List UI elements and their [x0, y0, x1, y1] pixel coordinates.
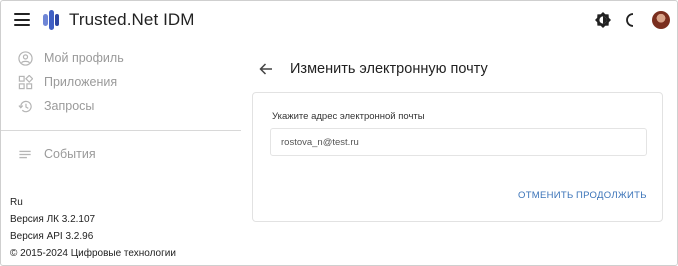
email-field-label: Укажите адрес электронной почты — [272, 111, 425, 122]
app-frame: Trusted.Net IDM Мой профиль Приложения З… — [0, 0, 678, 266]
apps-icon — [18, 74, 33, 89]
sidebar-item-apps[interactable]: Приложения — [1, 70, 241, 94]
cancel-button[interactable]: ОТМЕНИТЬ — [518, 190, 574, 201]
history-icon — [18, 100, 32, 112]
menu-icon[interactable] — [14, 13, 30, 27]
language-selector[interactable]: Ru — [10, 197, 23, 208]
sidebar-item-label: Мой профиль — [44, 51, 124, 65]
app-header: Trusted.Net IDM — [1, 1, 677, 39]
sidebar-item-label: Запросы — [44, 99, 95, 113]
page-title: Изменить электронную почту — [290, 61, 488, 77]
sidebar-item-label: Приложения — [44, 75, 118, 89]
sidebar-item-label: События — [44, 147, 96, 161]
sidebar-divider — [1, 130, 241, 131]
email-form-card: Укажите адрес электронной почты ОТМЕНИТЬ… — [252, 92, 663, 222]
sidebar-item-events[interactable]: События — [1, 142, 241, 166]
account-circle-icon — [18, 50, 33, 66]
continue-button[interactable]: ПРОДОЛЖИТЬ — [576, 190, 647, 201]
moon-icon[interactable] — [622, 11, 640, 29]
sidebar: Мой профиль Приложения Запросы События R… — [1, 39, 241, 265]
sidebar-item-requests[interactable]: Запросы — [1, 94, 241, 118]
app-title: Trusted.Net IDM — [69, 10, 195, 29]
email-field — [270, 128, 647, 156]
brightness-icon[interactable] — [594, 11, 612, 29]
list-icon — [19, 150, 31, 158]
email-input[interactable] — [271, 129, 646, 155]
api-version: Версия API 3.2.96 — [10, 231, 94, 242]
avatar[interactable] — [652, 11, 670, 29]
sidebar-item-profile[interactable]: Мой профиль — [1, 46, 241, 70]
lk-version: Версия ЛК 3.2.107 — [10, 214, 96, 225]
logo-icon — [43, 10, 59, 30]
back-arrow-icon[interactable] — [257, 60, 275, 78]
copyright: © 2015-2024 Цифровые технологии — [10, 248, 176, 259]
